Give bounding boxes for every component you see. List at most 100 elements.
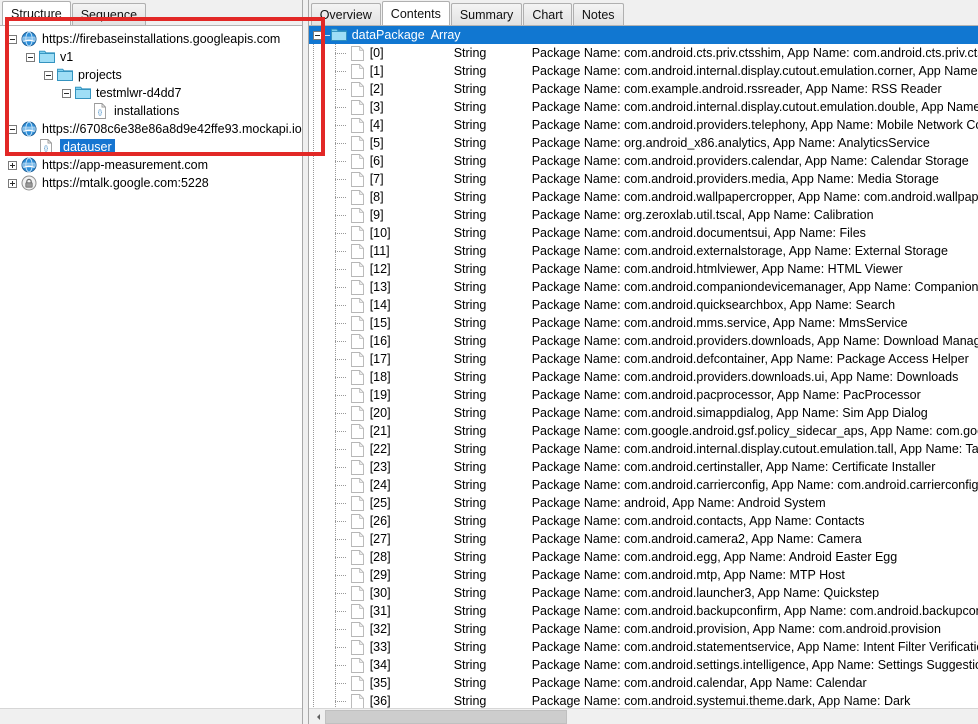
tree-branch-line bbox=[331, 566, 351, 584]
table-row[interactable]: [17]StringPackage Name: com.android.defc… bbox=[309, 350, 978, 368]
tab-structure-structure[interactable]: Structure bbox=[2, 1, 71, 26]
globe-icon bbox=[21, 157, 37, 173]
table-row[interactable]: [33]StringPackage Name: com.android.stat… bbox=[309, 638, 978, 656]
structure-horizontal-scrollbar[interactable] bbox=[0, 708, 302, 724]
scrollbar-thumb[interactable] bbox=[325, 710, 567, 724]
table-row[interactable]: [24]StringPackage Name: com.android.carr… bbox=[309, 476, 978, 494]
tree-guide-line bbox=[309, 512, 317, 530]
table-row[interactable]: [8]StringPackage Name: com.android.wallp… bbox=[309, 188, 978, 206]
table-row[interactable]: [21]StringPackage Name: com.google.andro… bbox=[309, 422, 978, 440]
table-row[interactable]: [25]StringPackage Name: android, App Nam… bbox=[309, 494, 978, 512]
table-row[interactable]: [10]StringPackage Name: com.android.docu… bbox=[309, 224, 978, 242]
table-row[interactable]: [6]StringPackage Name: com.android.provi… bbox=[309, 152, 978, 170]
tree-node[interactable]: {} installations bbox=[0, 102, 302, 120]
tree-branch-line bbox=[331, 602, 351, 620]
row-index: [30] bbox=[370, 585, 454, 601]
row-value: Package Name: com.android.carrierconfig,… bbox=[532, 477, 978, 493]
table-row[interactable]: [22]StringPackage Name: com.android.inte… bbox=[309, 440, 978, 458]
expand-toggle-icon[interactable] bbox=[8, 179, 17, 188]
row-type: String bbox=[454, 693, 532, 708]
row-value: Package Name: com.android.statementservi… bbox=[532, 639, 978, 655]
tab-contents-summary[interactable]: Summary bbox=[451, 3, 522, 25]
tab-contents-contents[interactable]: Contents bbox=[382, 1, 450, 26]
tree-node[interactable]: {} datauser bbox=[0, 138, 302, 156]
collapse-toggle-icon[interactable] bbox=[8, 125, 17, 134]
table-row[interactable]: [5]StringPackage Name: org.android_x86.a… bbox=[309, 134, 978, 152]
row-index: [26] bbox=[370, 513, 454, 529]
app-window: StructureSequence https://firebaseinstal… bbox=[0, 0, 978, 724]
collapse-toggle-icon[interactable] bbox=[26, 53, 35, 62]
table-row[interactable]: [3]StringPackage Name: com.android.inter… bbox=[309, 98, 978, 116]
tree-node[interactable]: projects bbox=[0, 66, 302, 84]
table-row[interactable]: [1]StringPackage Name: com.android.inter… bbox=[309, 62, 978, 80]
contents-horizontal-scrollbar[interactable] bbox=[309, 708, 978, 724]
expand-toggle-icon[interactable] bbox=[8, 161, 17, 170]
collapse-toggle-icon[interactable] bbox=[8, 35, 17, 44]
tree-node[interactable]: https://firebaseinstallations.googleapis… bbox=[0, 30, 302, 48]
row-value: Package Name: com.android.certinstaller,… bbox=[532, 459, 978, 475]
table-row[interactable]: [32]StringPackage Name: com.android.prov… bbox=[309, 620, 978, 638]
table-row[interactable]: [11]StringPackage Name: com.android.exte… bbox=[309, 242, 978, 260]
row-value: Package Name: com.android.egg, App Name:… bbox=[532, 549, 978, 565]
row-index: [14] bbox=[370, 297, 454, 313]
tab-contents-notes[interactable]: Notes bbox=[573, 3, 624, 25]
scrollbar-track[interactable] bbox=[325, 709, 978, 724]
contents-root-row[interactable]: dataPackageArray bbox=[309, 26, 978, 44]
table-row[interactable]: [31]StringPackage Name: com.android.back… bbox=[309, 602, 978, 620]
tree-branch-line bbox=[331, 44, 351, 62]
table-row[interactable]: [19]StringPackage Name: com.android.pacp… bbox=[309, 386, 978, 404]
table-row[interactable]: [14]StringPackage Name: com.android.quic… bbox=[309, 296, 978, 314]
row-type: String bbox=[454, 261, 532, 277]
collapse-toggle-icon[interactable] bbox=[62, 89, 71, 98]
table-row[interactable]: [26]StringPackage Name: com.android.cont… bbox=[309, 512, 978, 530]
tree-node[interactable]: https://app-measurement.com bbox=[0, 156, 302, 174]
tree-node[interactable]: https://mtalk.google.com:5228 bbox=[0, 174, 302, 192]
table-row[interactable]: [4]StringPackage Name: com.android.provi… bbox=[309, 116, 978, 134]
tree-node[interactable]: https://6708c6e38e86a8d9e42ffe93.mockapi… bbox=[0, 120, 302, 138]
tree-guide-line bbox=[309, 116, 317, 134]
tab-structure-sequence[interactable]: Sequence bbox=[72, 3, 146, 25]
collapse-toggle-icon[interactable] bbox=[44, 71, 53, 80]
row-index: [5] bbox=[370, 135, 454, 151]
row-index: [11] bbox=[370, 243, 454, 259]
tree-node[interactable]: testmlwr-d4dd7 bbox=[0, 84, 302, 102]
table-row[interactable]: [7]StringPackage Name: com.android.provi… bbox=[309, 170, 978, 188]
row-value: Package Name: com.android.provision, App… bbox=[532, 621, 978, 637]
tree-node-label: https://firebaseinstallations.googleapis… bbox=[42, 31, 280, 47]
tree-branch-line bbox=[331, 512, 351, 530]
scroll-left-arrow-icon[interactable] bbox=[309, 709, 325, 724]
file-icon bbox=[351, 82, 364, 97]
table-row[interactable]: [9]StringPackage Name: org.zeroxlab.util… bbox=[309, 206, 978, 224]
tree-node-label: installations bbox=[114, 103, 179, 119]
table-row[interactable]: [16]StringPackage Name: com.android.prov… bbox=[309, 332, 978, 350]
table-row[interactable]: [30]StringPackage Name: com.android.laun… bbox=[309, 584, 978, 602]
table-row[interactable]: [0]StringPackage Name: com.android.cts.p… bbox=[309, 44, 978, 62]
collapse-toggle-icon[interactable] bbox=[313, 31, 322, 40]
table-row[interactable]: [2]StringPackage Name: com.example.andro… bbox=[309, 80, 978, 98]
table-row[interactable]: [28]StringPackage Name: com.android.egg,… bbox=[309, 548, 978, 566]
file-icon bbox=[351, 640, 364, 655]
tree-node[interactable]: v1 bbox=[0, 48, 302, 66]
table-row[interactable]: [35]StringPackage Name: com.android.cale… bbox=[309, 674, 978, 692]
table-row[interactable]: [34]StringPackage Name: com.android.sett… bbox=[309, 656, 978, 674]
table-row[interactable]: [20]StringPackage Name: com.android.sima… bbox=[309, 404, 978, 422]
row-value: Package Name: org.zeroxlab.util.tscal, A… bbox=[532, 207, 978, 223]
host-tree[interactable]: https://firebaseinstallations.googleapis… bbox=[0, 26, 302, 708]
table-row[interactable]: [18]StringPackage Name: com.android.prov… bbox=[309, 368, 978, 386]
table-row[interactable]: [27]StringPackage Name: com.android.came… bbox=[309, 530, 978, 548]
tab-contents-chart[interactable]: Chart bbox=[523, 3, 572, 25]
table-row[interactable]: [23]StringPackage Name: com.android.cert… bbox=[309, 458, 978, 476]
table-row[interactable]: [12]StringPackage Name: com.android.html… bbox=[309, 260, 978, 278]
row-index: [23] bbox=[370, 459, 454, 475]
table-row[interactable]: [29]StringPackage Name: com.android.mtp,… bbox=[309, 566, 978, 584]
tree-guide-line bbox=[309, 224, 317, 242]
folder-icon bbox=[75, 85, 91, 101]
tab-contents-overview[interactable]: Overview bbox=[311, 3, 381, 25]
tree-node-label: v1 bbox=[60, 49, 73, 65]
row-index: [31] bbox=[370, 603, 454, 619]
table-row[interactable]: [15]StringPackage Name: com.android.mms.… bbox=[309, 314, 978, 332]
table-row[interactable]: [36]StringPackage Name: com.android.syst… bbox=[309, 692, 978, 708]
contents-tree-table[interactable]: dataPackageArray [0]StringPackage Name: … bbox=[309, 26, 978, 708]
table-row[interactable]: [13]StringPackage Name: com.android.comp… bbox=[309, 278, 978, 296]
file-icon bbox=[351, 100, 364, 115]
